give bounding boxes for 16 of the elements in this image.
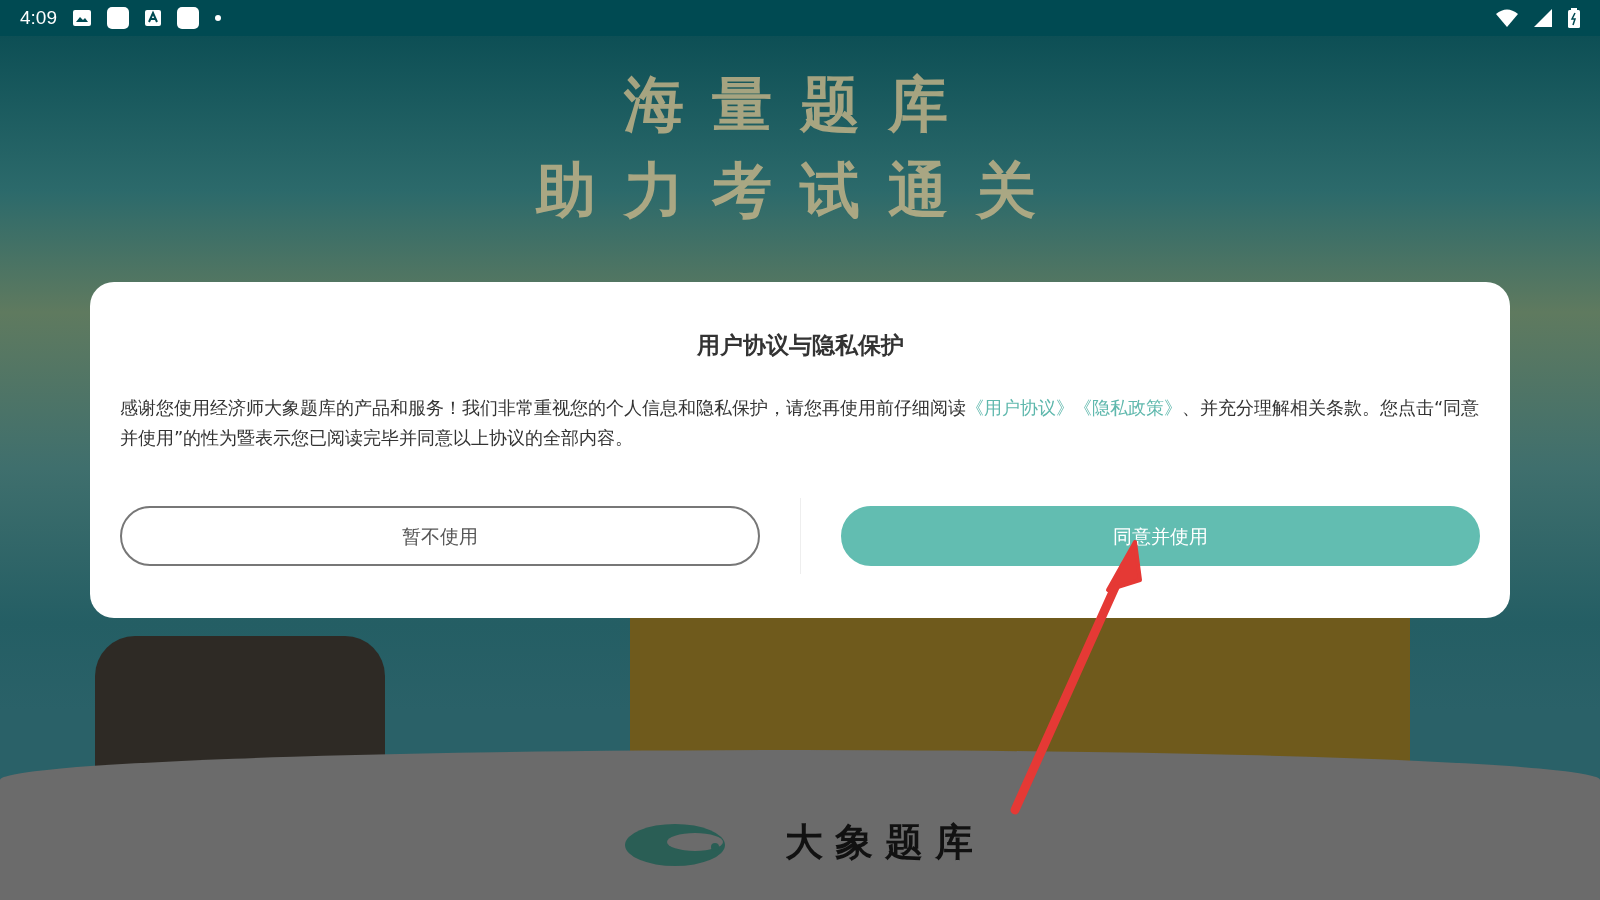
notification-icon [107,7,129,29]
decline-button[interactable]: 暂不使用 [120,506,760,566]
image-icon [73,10,91,26]
text-icon [145,10,161,26]
dialog-message: 感谢您使用经济师大象题库的产品和服务！我们非常重视您的个人信息和隐私保护，请您再使用前仔细阅读《用户协议》《隐私政策》、并充分理解相关条款。您点击“同意并使用”的性为暨表示您已阅读完毕并同意以上协议的全部内容。 [120,395,1480,450]
status-time: 4:09 [20,5,57,30]
brand-name: 大象题库 [785,818,985,866]
signal-icon [1534,9,1552,27]
wifi-icon [1496,9,1518,27]
policy-link[interactable]: 《隐私政策》 [1074,396,1182,418]
notification-icon [177,7,199,29]
headline-text: 海量题库 [624,68,976,141]
dialog-title: 用户协议与隐私保护 [695,331,905,360]
policy-link[interactable]: 《用户协议》 [966,396,1074,418]
headline-text: 助力考试通关 [536,154,1064,227]
battery-icon [1568,8,1580,28]
